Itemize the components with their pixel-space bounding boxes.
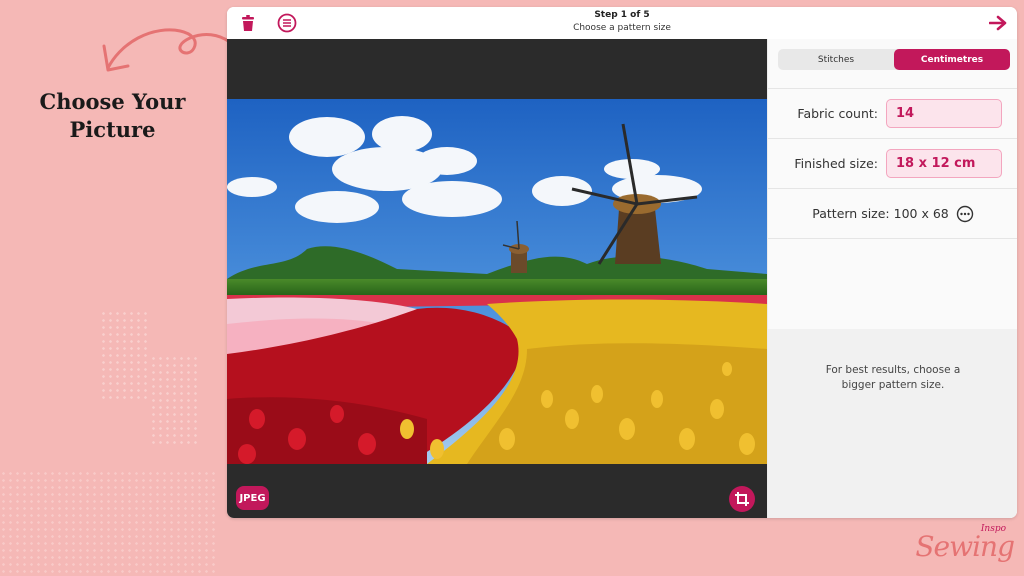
heading-line: Picture <box>69 117 156 142</box>
pattern-size-row: Pattern size: 100 x 68 <box>768 188 1017 238</box>
finished-size-field[interactable]: 18 x 12 cm <box>886 149 1002 178</box>
dot-pattern <box>0 470 215 576</box>
tab-centimetres[interactable]: Centimetres <box>894 49 1010 70</box>
finished-size-label: Finished size: <box>794 156 878 171</box>
settings-panel: Stitches Centimetres Fabric count: 14 Fi… <box>767 39 1017 518</box>
jpeg-format-button[interactable]: JPEG <box>236 486 269 510</box>
fabric-count-row: Fabric count: 14 <box>768 88 1017 138</box>
brand-big-text: Sewing <box>915 530 1015 563</box>
more-icon[interactable] <box>956 205 974 223</box>
brand-logo: Inspo Sewing <box>915 520 1016 570</box>
pattern-size-text: Pattern size: 100 x 68 <box>812 206 949 221</box>
dot-pattern <box>150 355 200 445</box>
image-canvas: JPEG <box>227 39 767 518</box>
fabric-count-field[interactable]: 14 <box>886 99 1002 128</box>
top-bar: Step 1 of 5 Choose a pattern size <box>227 7 1017 39</box>
hint-area: For best results, choose a bigger patter… <box>768 329 1017 518</box>
fabric-count-label: Fabric count: <box>797 106 878 121</box>
slide-heading: Choose Your Picture <box>20 88 205 144</box>
step-title: Step 1 of 5 <box>594 10 650 20</box>
heading-line: Choose Your <box>39 89 186 114</box>
app-window: Step 1 of 5 Choose a pattern size JPEG S… <box>227 7 1017 518</box>
dot-pattern <box>100 310 150 400</box>
finished-size-row: Finished size: 18 x 12 cm <box>768 138 1017 188</box>
step-subtitle: Choose a pattern size <box>573 23 671 33</box>
step-indicator: Step 1 of 5 Choose a pattern size <box>227 9 1017 35</box>
photo-preview[interactable] <box>227 99 767 464</box>
unit-toggle: Stitches Centimetres <box>778 49 1010 70</box>
crop-icon[interactable] <box>729 486 755 512</box>
panel-spacer <box>768 238 1017 329</box>
tab-stitches[interactable]: Stitches <box>778 49 894 70</box>
arrow-right-icon[interactable] <box>987 12 1009 34</box>
hint-text: For best results, choose a bigger patter… <box>825 364 961 391</box>
